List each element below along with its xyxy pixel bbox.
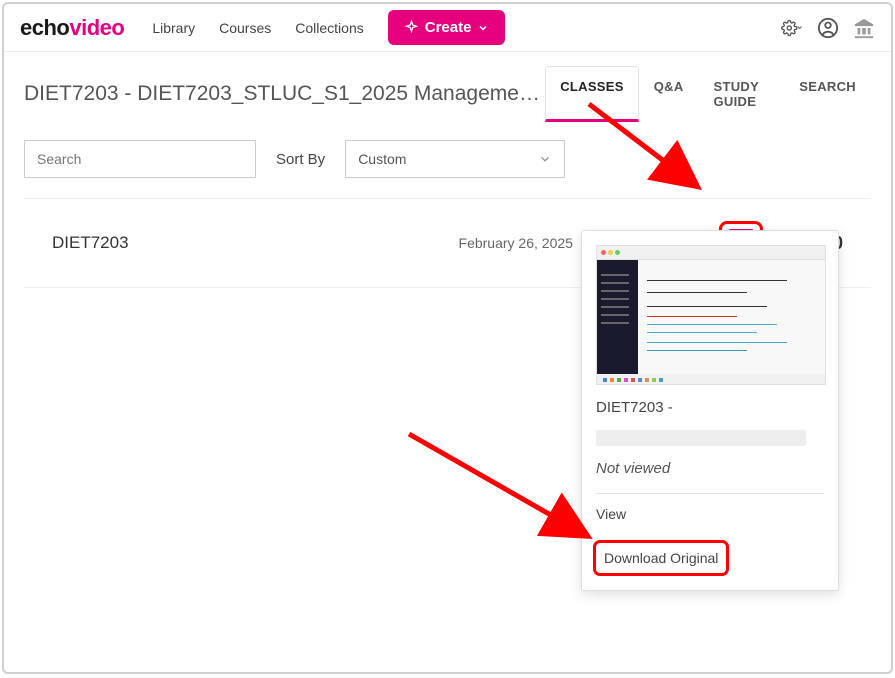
create-button[interactable]: Create (388, 10, 506, 45)
tab-search[interactable]: SEARCH (784, 66, 871, 122)
account-icon[interactable] (817, 17, 839, 39)
controls-row: Sort By Custom (4, 122, 891, 198)
sort-select[interactable]: Custom (345, 140, 565, 178)
popover-skeleton (596, 430, 806, 446)
popover-status: Not viewed (582, 460, 838, 493)
search-input[interactable] (24, 140, 256, 178)
media-popover: DIET7203 - Not viewed View Download Orig… (581, 230, 839, 591)
settings-icon[interactable] (781, 17, 803, 39)
tab-classes[interactable]: CLASSES (545, 66, 639, 122)
sparkle-icon (404, 20, 419, 35)
logo[interactable]: echovideo (20, 15, 124, 41)
class-date: February 26, 2025 (459, 235, 573, 251)
download-original-link[interactable]: Download Original (593, 540, 729, 576)
institution-icon[interactable] (853, 17, 875, 39)
nav-courses[interactable]: Courses (219, 20, 271, 36)
annotation-arrow-2 (399, 424, 609, 554)
sort-value: Custom (358, 151, 406, 167)
chevron-down-icon (538, 152, 552, 166)
view-link[interactable]: View (582, 494, 838, 534)
top-icons (781, 17, 875, 39)
chevron-down-icon (477, 22, 489, 34)
section-title: DIET7203 - DIET7203_STLUC_S1_2025 Manage… (24, 82, 545, 106)
logo-video: video (69, 15, 124, 40)
tab-study-guide[interactable]: STUDY GUIDE (699, 66, 785, 122)
popover-title: DIET7203 - (582, 399, 838, 424)
tabs: CLASSES Q&A STUDY GUIDE SEARCH (545, 66, 871, 122)
nav-links: Library Courses Collections (152, 20, 363, 36)
top-bar: echovideo Library Courses Collections Cr… (4, 4, 891, 52)
video-thumbnail[interactable] (596, 245, 826, 385)
title-row: DIET7203 - DIET7203_STLUC_S1_2025 Manage… (4, 52, 891, 122)
tab-qa[interactable]: Q&A (639, 66, 699, 122)
nav-library[interactable]: Library (152, 20, 195, 36)
logo-echo: echo (20, 15, 69, 40)
create-label: Create (425, 19, 472, 36)
sort-label: Sort By (276, 151, 325, 168)
class-name: DIET7203 (52, 233, 459, 253)
nav-collections[interactable]: Collections (295, 20, 363, 36)
